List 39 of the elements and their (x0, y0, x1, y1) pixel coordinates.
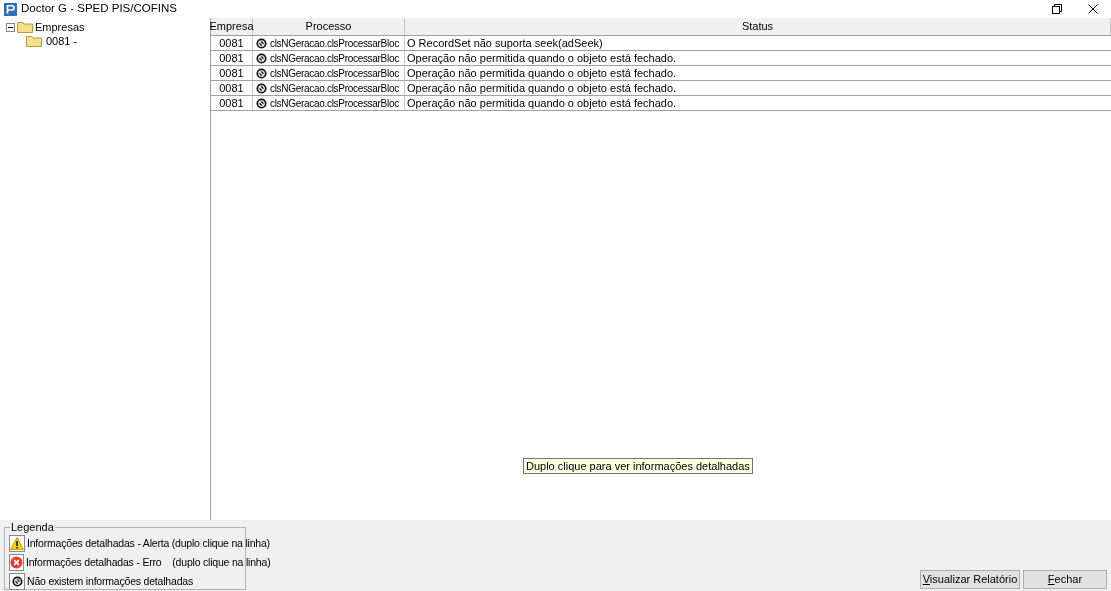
table-cell-text: Operação não permitida quando o objeto está fechado. (406, 51, 678, 65)
prohibited-icon (256, 67, 267, 79)
legend-title: Legenda (10, 520, 55, 534)
warning-icon (10, 537, 24, 550)
view-report-button[interactable]: Visualizar Relatório (920, 570, 1020, 589)
expander-icon[interactable] (6, 22, 15, 32)
table-cell-text: Operação não permitida quando o objeto está fechado. (406, 66, 678, 80)
table-cell-text: clsNGeracao.clsProcessarBloc (270, 81, 399, 96)
table-cell-text: O RecordSet não suporta seek(adSeek) (406, 36, 604, 50)
table-cell-text: Operação não permitida quando o objeto está fechado. (406, 96, 678, 110)
legend-label: Informações detalhadas - Alerta (duplo clique na linha) (27, 535, 270, 551)
folder-icon (26, 35, 42, 47)
prohibited-icon (256, 52, 267, 64)
table-cell: 0081 (211, 36, 253, 50)
table-cell: 0081 (211, 81, 253, 95)
tooltip: Duplo clique para ver informações detalhadas (523, 458, 753, 474)
table-cell-text: clsNGeracao.clsProcessarBloc (270, 51, 399, 66)
error-icon (10, 556, 23, 569)
legend-label: Não existem informações detalhadas (27, 573, 193, 589)
restore-icon (1052, 4, 1062, 14)
table-cell-text: clsNGeracao.clsProcessarBloc (270, 96, 399, 111)
close-window-button[interactable]: Fechar (1023, 570, 1107, 589)
prohibited-icon (11, 576, 23, 587)
column-header[interactable]: Empresa (211, 18, 253, 35)
table-cell-text: clsNGeracao.clsProcessarBloc (270, 66, 399, 81)
table-cell: 0081 (211, 96, 253, 110)
table-cell-text: Operação não permitida quando o objeto está fechado. (406, 81, 678, 95)
prohibited-icon (256, 37, 267, 49)
table-cell: 0081 (211, 51, 253, 65)
column-header[interactable]: Processo (253, 18, 405, 35)
folder-icon (17, 21, 33, 33)
table-cell-text: clsNGeracao.clsProcessarBloc (270, 36, 399, 51)
table-cell: 0081 (211, 66, 253, 80)
legend-label: Informações detalhadas - Erro (duplo clique na linha) (26, 554, 271, 570)
prohibited-icon (256, 82, 267, 94)
column-header[interactable]: Status (405, 18, 1111, 35)
window-title: Doctor G - SPED PIS/COFINS (21, 1, 177, 17)
close-icon (1088, 4, 1098, 14)
prohibited-icon (256, 97, 267, 109)
